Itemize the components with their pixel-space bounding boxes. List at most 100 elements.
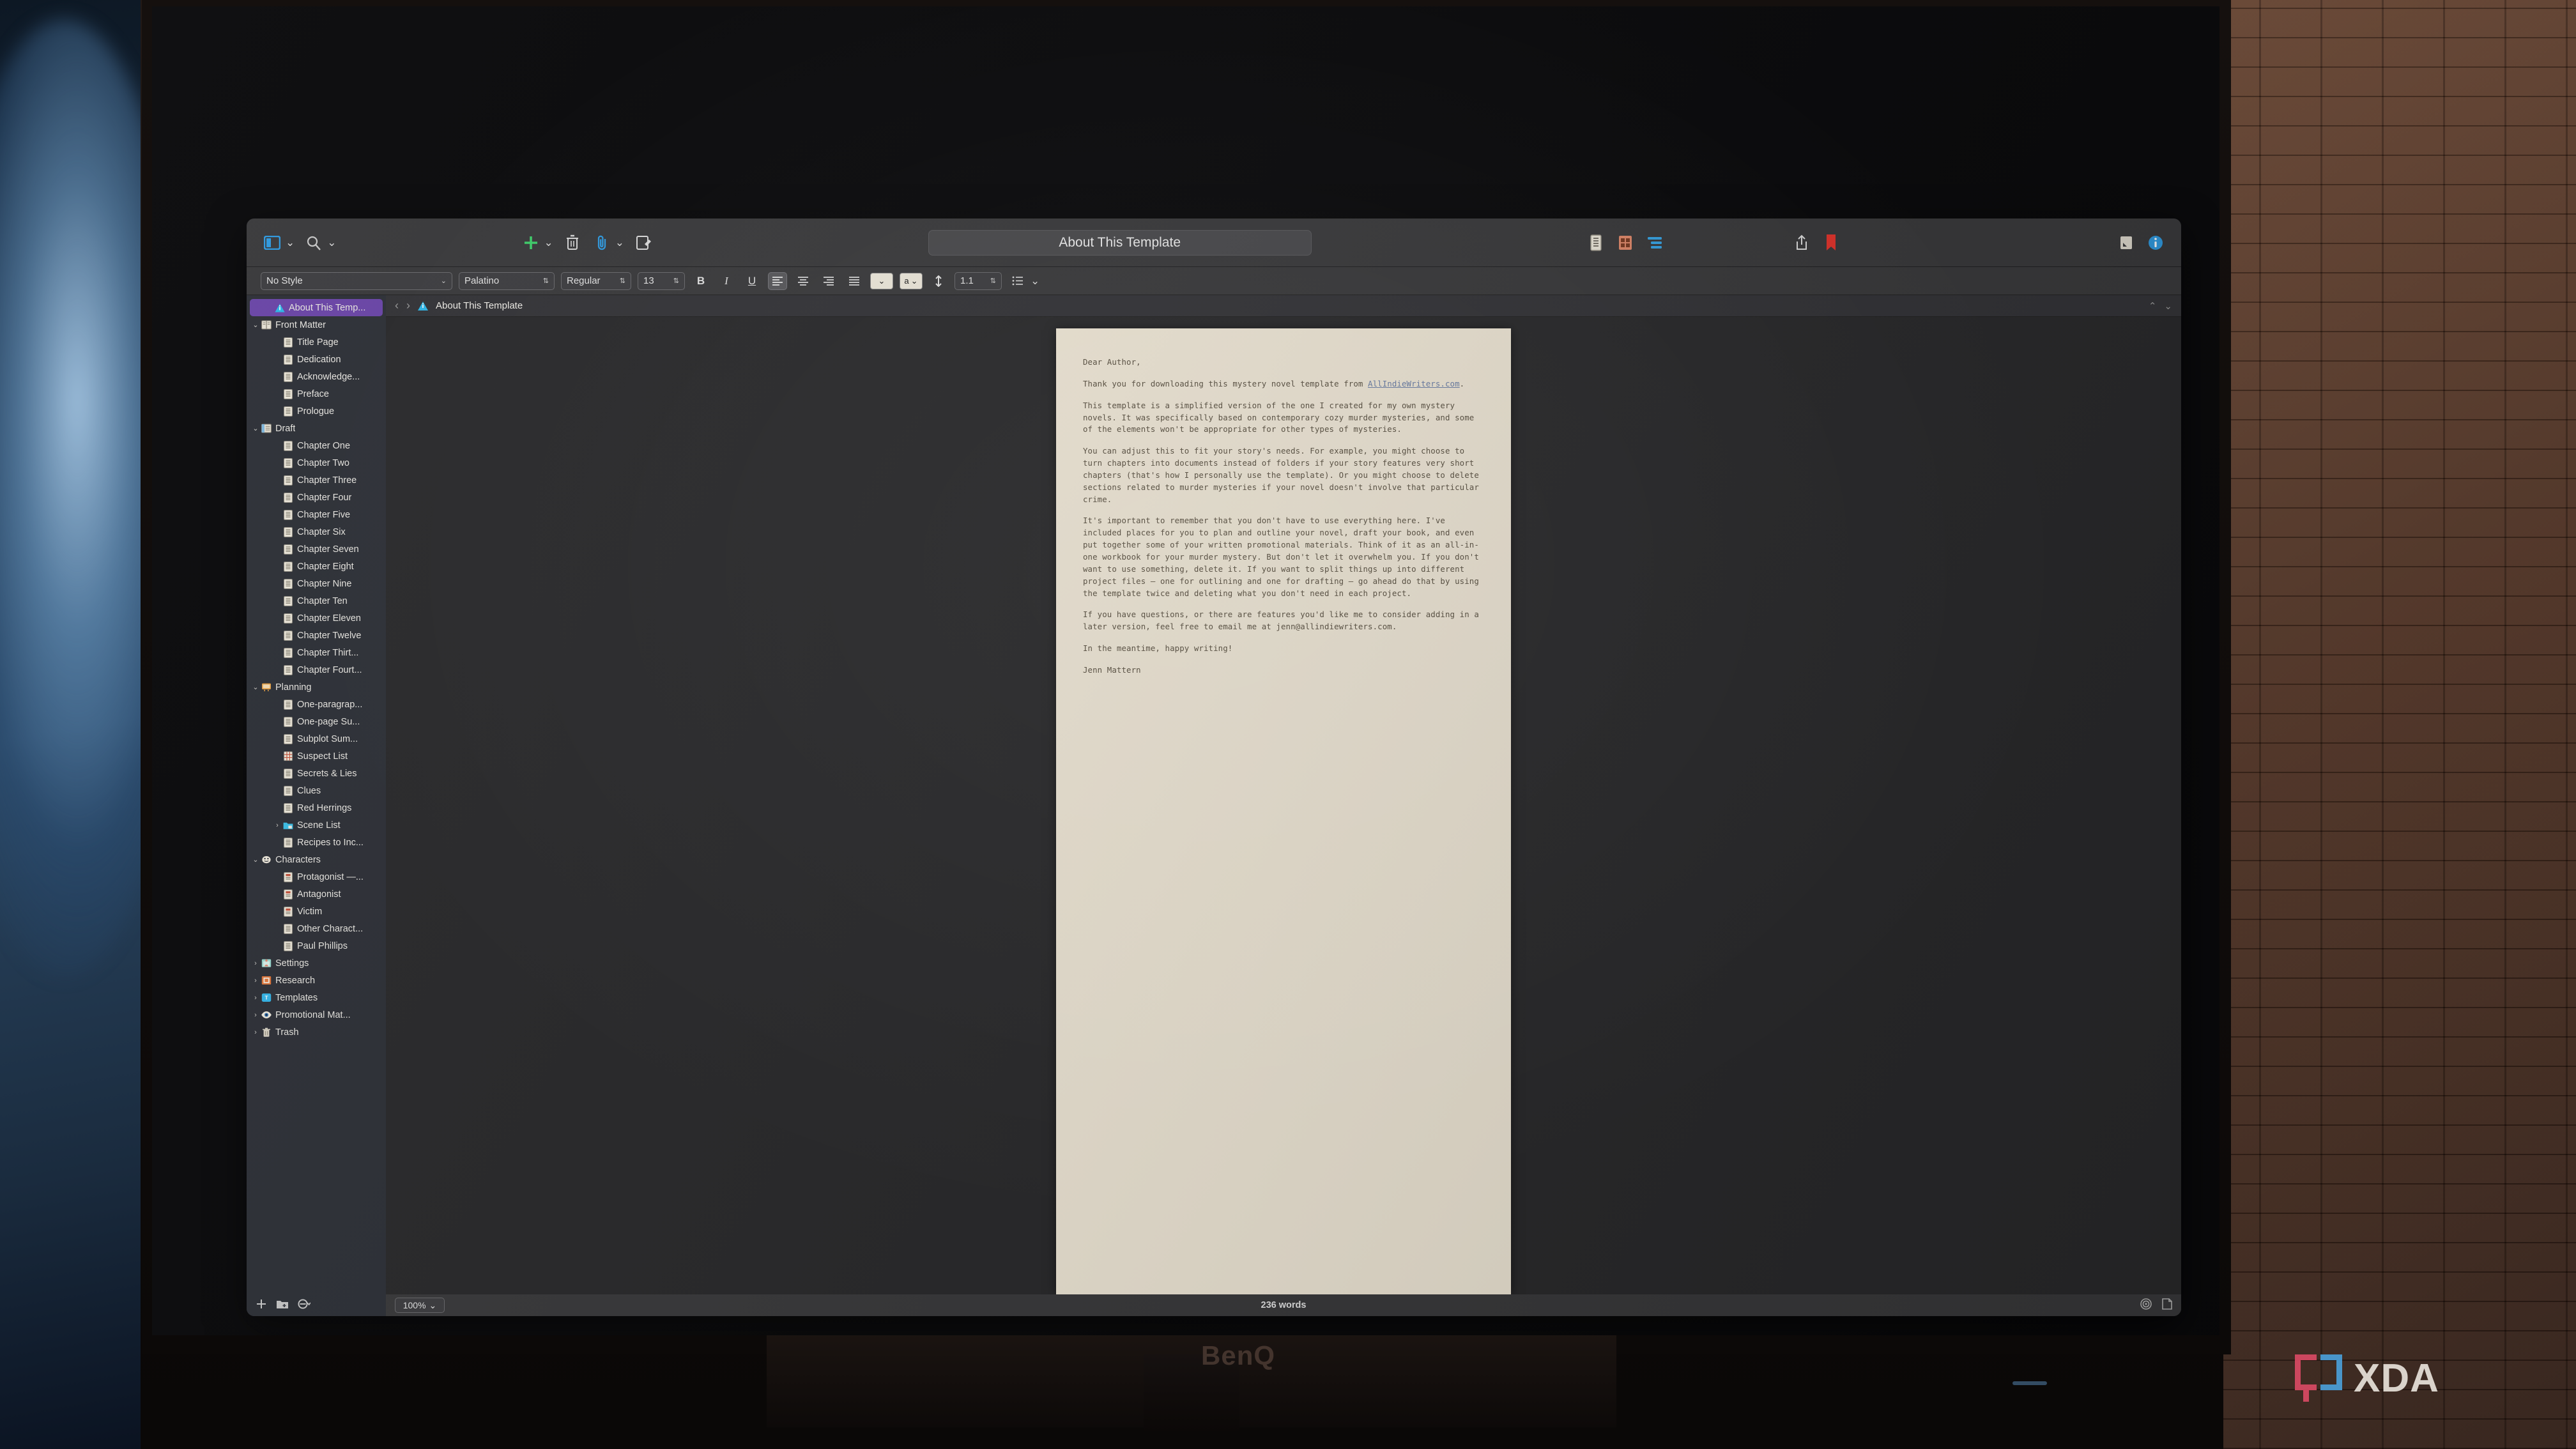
text-color-button[interactable]: ⌄ bbox=[870, 272, 893, 289]
disclosure-triangle-icon[interactable]: ⌄ bbox=[250, 424, 261, 433]
align-right-button[interactable] bbox=[819, 272, 838, 290]
bookmark-button[interactable] bbox=[1821, 233, 1841, 253]
disclosure-triangle-icon[interactable]: › bbox=[272, 822, 282, 829]
binder-item[interactable]: Acknowledge... bbox=[247, 368, 386, 385]
line-height-stepper[interactable]: 1.1 ⇅ bbox=[954, 272, 1002, 290]
underline-button[interactable]: U bbox=[742, 272, 762, 290]
attachment-button[interactable]: ⌄ bbox=[592, 233, 624, 253]
outline-view-icon bbox=[1644, 233, 1665, 253]
font-size-stepper[interactable]: 13 ⇅ bbox=[638, 272, 685, 290]
binder-item[interactable]: › Research bbox=[247, 972, 386, 989]
bold-button[interactable]: B bbox=[691, 272, 710, 290]
folder-draft-icon bbox=[261, 424, 272, 433]
binder-item-list[interactable]: About This Temp... ⌄ Front Matter Title Pag… bbox=[247, 295, 386, 1294]
document-page[interactable]: Dear Author, Thank you for downloading t… bbox=[1056, 328, 1511, 1294]
document-title-field[interactable]: About This Template bbox=[928, 229, 1312, 256]
binder-item[interactable]: Title Page bbox=[247, 334, 386, 351]
binder-item[interactable]: › Promotional Mat... bbox=[247, 1006, 386, 1023]
binder-item[interactable]: Antagonist bbox=[247, 885, 386, 903]
binder-item[interactable]: Chapter Three bbox=[247, 471, 386, 489]
binder-item[interactable]: Chapter Twelve bbox=[247, 627, 386, 644]
binder-item[interactable]: ⌄ Front Matter bbox=[247, 316, 386, 334]
binder-item[interactable]: › Settings bbox=[247, 954, 386, 972]
binder-item[interactable]: ⌄ Draft bbox=[247, 420, 386, 437]
binder-item[interactable]: Chapter Thirt... bbox=[247, 644, 386, 661]
paragraph-style-select[interactable]: No Style ⌄ bbox=[261, 272, 452, 290]
binder-item[interactable]: Secrets & Lies bbox=[247, 765, 386, 782]
view-outline-button[interactable] bbox=[1644, 233, 1665, 253]
zoom-select[interactable]: 100% ⌄ bbox=[395, 1298, 445, 1313]
disclosure-triangle-icon[interactable]: › bbox=[250, 960, 261, 967]
disclosure-triangle-icon[interactable]: › bbox=[250, 994, 261, 1002]
binder-item[interactable]: Preface bbox=[247, 385, 386, 402]
binder-item[interactable]: Chapter Five bbox=[247, 506, 386, 523]
binder-item[interactable]: Other Charact... bbox=[247, 920, 386, 937]
add-folder-button[interactable] bbox=[276, 1298, 289, 1313]
back-button[interactable]: ‹ bbox=[395, 299, 399, 312]
binder-item[interactable]: Chapter Eleven bbox=[247, 610, 386, 627]
doc-paragraph-8: Jenn Mattern bbox=[1083, 664, 1141, 675]
disclosure-triangle-icon[interactable]: ⌄ bbox=[250, 683, 261, 691]
disclosure-triangle-icon[interactable]: ⌄ bbox=[250, 855, 261, 864]
font-family-select[interactable]: Palatino ⇅ bbox=[459, 272, 555, 290]
binder-item[interactable]: ⌄ Planning bbox=[247, 678, 386, 696]
forward-button[interactable]: › bbox=[406, 299, 410, 312]
binder-item[interactable]: › Trash bbox=[247, 1023, 386, 1041]
binder-item[interactable]: Dedication bbox=[247, 351, 386, 368]
align-center-button[interactable] bbox=[793, 272, 813, 290]
binder-item[interactable]: › T Templates bbox=[247, 989, 386, 1006]
page-view-button[interactable] bbox=[2162, 1298, 2172, 1313]
binder-item[interactable]: Subplot Sum... bbox=[247, 730, 386, 747]
binder-item[interactable]: Victim bbox=[247, 903, 386, 920]
binder-item[interactable]: Chapter Ten bbox=[247, 592, 386, 610]
highlight-color-button[interactable]: a ⌄ bbox=[900, 272, 923, 289]
binder-item[interactable]: Clues bbox=[247, 782, 386, 799]
line-spacing-icon-button[interactable] bbox=[929, 272, 948, 290]
collapse-down-button[interactable]: ⌄ bbox=[2164, 300, 2172, 312]
binder-item[interactable]: Chapter Six bbox=[247, 523, 386, 540]
binder-item[interactable]: Protagonist —... bbox=[247, 868, 386, 885]
binder-item[interactable]: Paul Phillips bbox=[247, 937, 386, 954]
compose-button[interactable] bbox=[633, 233, 654, 253]
binder-item-label: Promotional Mat... bbox=[275, 1009, 351, 1020]
font-weight-select[interactable]: Regular ⇅ bbox=[561, 272, 631, 290]
binder-item[interactable]: Chapter Two bbox=[247, 454, 386, 471]
binder-item[interactable]: Recipes to Inc... bbox=[247, 834, 386, 851]
inspector-button[interactable] bbox=[2145, 233, 2166, 253]
binder-item[interactable]: › Scene List bbox=[247, 816, 386, 834]
binder-item[interactable]: Chapter Four bbox=[247, 489, 386, 506]
filter-button[interactable] bbox=[298, 1298, 311, 1313]
list-style-button[interactable]: ⌄ bbox=[1008, 272, 1039, 290]
view-scrivenings-button[interactable] bbox=[1586, 233, 1606, 253]
sidebar-toggle-button[interactable]: ⌄ bbox=[262, 233, 295, 253]
binder-item[interactable]: Chapter Eight bbox=[247, 558, 386, 575]
binder-item[interactable]: Suspect List bbox=[247, 747, 386, 765]
binder-item[interactable]: Red Herrings bbox=[247, 799, 386, 816]
view-corkboard-button[interactable] bbox=[1615, 233, 1636, 253]
disclosure-triangle-icon[interactable]: › bbox=[250, 1029, 261, 1036]
align-left-button[interactable] bbox=[768, 272, 787, 290]
disclosure-triangle-icon[interactable]: › bbox=[250, 1011, 261, 1019]
binder-item[interactable]: One-paragrap... bbox=[247, 696, 386, 713]
italic-button[interactable]: I bbox=[717, 272, 736, 290]
binder-item[interactable]: One-page Su... bbox=[247, 713, 386, 730]
disclosure-triangle-icon[interactable]: ⌄ bbox=[250, 321, 261, 329]
disclosure-triangle-icon[interactable]: › bbox=[250, 977, 261, 985]
search-button[interactable]: ⌄ bbox=[303, 233, 337, 253]
binder-item[interactable]: About This Temp... bbox=[250, 299, 383, 316]
quick-reference-button[interactable] bbox=[2116, 233, 2136, 253]
share-button[interactable] bbox=[1791, 233, 1812, 253]
composition-target-button[interactable] bbox=[2140, 1298, 2152, 1313]
binder-item[interactable]: ⌄ Characters bbox=[247, 851, 386, 868]
align-justify-button[interactable] bbox=[845, 272, 864, 290]
binder-item[interactable]: Chapter One bbox=[247, 437, 386, 454]
allindiewriters-link[interactable]: AllIndieWriters.com bbox=[1368, 379, 1460, 388]
collapse-up-button[interactable]: ⌃ bbox=[2149, 300, 2157, 312]
binder-item[interactable]: Chapter Fourt... bbox=[247, 661, 386, 678]
trash-button[interactable] bbox=[562, 233, 583, 253]
add-button[interactable]: ⌄ bbox=[521, 233, 553, 253]
binder-item[interactable]: Chapter Nine bbox=[247, 575, 386, 592]
binder-item[interactable]: Chapter Seven bbox=[247, 540, 386, 558]
add-document-button[interactable] bbox=[256, 1298, 267, 1313]
binder-item[interactable]: Prologue bbox=[247, 402, 386, 420]
